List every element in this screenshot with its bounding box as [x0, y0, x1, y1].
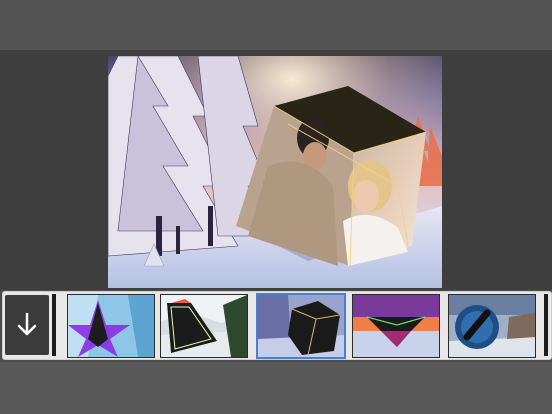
frame-thumb-cube[interactable] — [256, 293, 346, 359]
strip-divider — [52, 294, 56, 356]
top-bar — [0, 0, 552, 50]
strip-divider-right — [544, 294, 548, 356]
frame-thumb-diamond[interactable] — [352, 294, 440, 358]
frame-thumb-triangle[interactable] — [160, 294, 248, 358]
star-frame-thumbnail — [68, 295, 154, 357]
winter-scene — [108, 56, 442, 288]
download-button[interactable] — [5, 295, 49, 355]
diamond-frame-thumbnail — [353, 295, 439, 357]
photo-preview[interactable] — [108, 56, 442, 288]
frame-thumb-star[interactable] — [67, 294, 155, 358]
arrow-down-icon — [17, 312, 37, 336]
triangle-frame-thumbnail — [161, 295, 247, 357]
bottom-bar — [0, 362, 552, 414]
frame-thumb-circle[interactable] — [448, 294, 536, 358]
circle-frame-thumbnail — [449, 295, 535, 357]
cube-frame-thumbnail — [258, 295, 344, 357]
